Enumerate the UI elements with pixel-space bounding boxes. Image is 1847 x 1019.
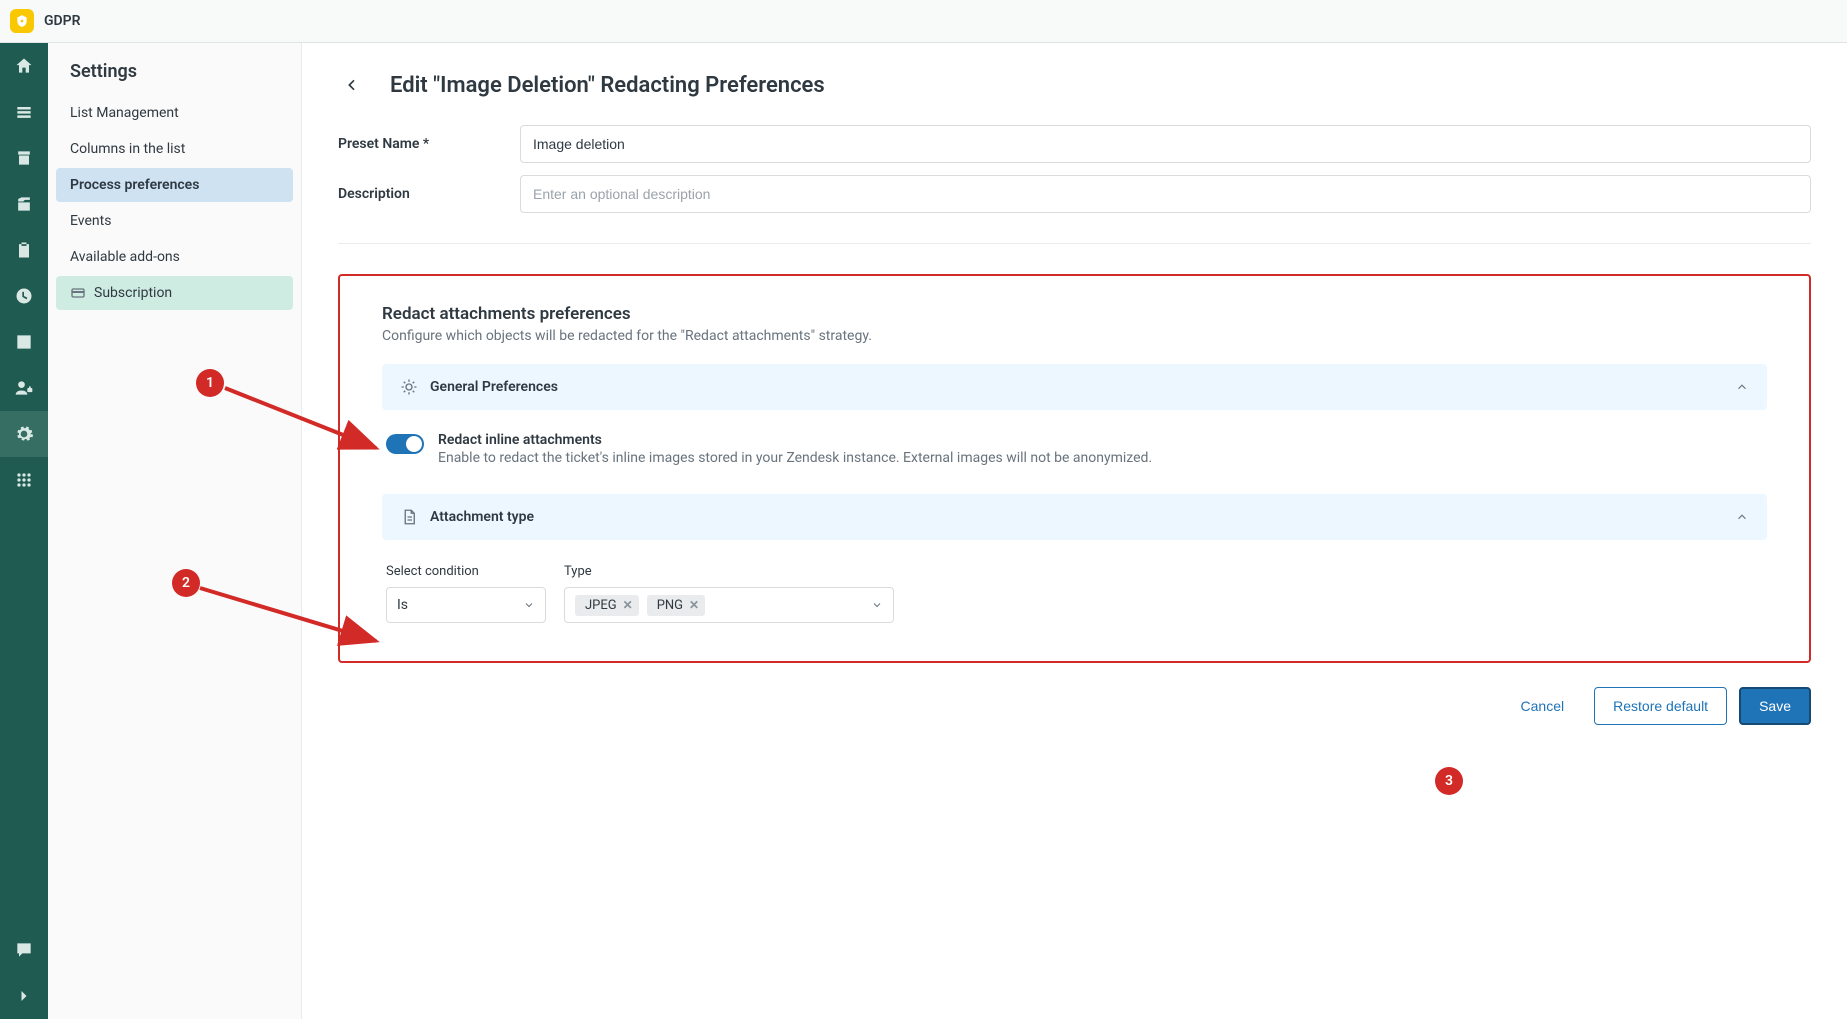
type-tag-label: PNG xyxy=(657,598,683,613)
footer-actions: Cancel Restore default Save xyxy=(338,687,1811,725)
chevron-down-icon xyxy=(871,599,883,611)
attachment-type-panel[interactable]: Attachment type xyxy=(382,494,1767,540)
app-name: GDPR xyxy=(44,13,81,29)
back-button[interactable] xyxy=(338,71,366,99)
redact-inline-toggle-row: Redact inline attachments Enable to reda… xyxy=(382,432,1767,466)
chevron-left-icon xyxy=(344,77,360,93)
redact-preferences-box: Redact attachments preferences Configure… xyxy=(338,274,1811,663)
general-preferences-title: General Preferences xyxy=(430,379,1723,395)
document-icon xyxy=(400,508,418,526)
description-row: Description xyxy=(338,175,1811,213)
preset-name-label: Preset Name * xyxy=(338,136,520,152)
attachment-type-title: Attachment type xyxy=(430,509,1723,525)
nav-rail xyxy=(0,43,48,1019)
preset-name-input[interactable] xyxy=(520,125,1811,163)
divider xyxy=(338,243,1811,244)
condition-select[interactable]: Is xyxy=(386,587,546,623)
sidebar-item-addons[interactable]: Available add-ons xyxy=(56,240,293,274)
rail-chat[interactable] xyxy=(0,927,48,973)
condition-label: Select condition xyxy=(386,564,546,579)
remove-tag-icon[interactable]: ✕ xyxy=(623,598,633,612)
chevron-down-icon xyxy=(523,599,535,611)
remove-tag-icon[interactable]: ✕ xyxy=(689,598,699,612)
app-logo xyxy=(10,9,34,33)
sidebar-item-label: List Management xyxy=(70,105,179,121)
sidebar-title: Settings xyxy=(70,61,293,82)
rail-users[interactable] xyxy=(0,181,48,227)
rail-archive[interactable] xyxy=(0,135,48,181)
condition-value: Is xyxy=(397,597,515,613)
redact-title: Redact attachments preferences xyxy=(382,304,1767,324)
cancel-button[interactable]: Cancel xyxy=(1503,687,1583,725)
page-title: Edit "Image Deletion" Redacting Preferen… xyxy=(390,73,825,98)
gear-icon xyxy=(400,378,418,396)
page-header: Edit "Image Deletion" Redacting Preferen… xyxy=(338,71,1811,99)
sidebar-item-label: Available add-ons xyxy=(70,249,180,265)
type-multiselect[interactable]: JPEG ✕ PNG ✕ xyxy=(564,587,894,623)
sidebar-item-label: Columns in the list xyxy=(70,141,185,157)
rail-clipboard[interactable] xyxy=(0,227,48,273)
redact-inline-label: Redact inline attachments xyxy=(438,432,1152,448)
sidebar-item-columns[interactable]: Columns in the list xyxy=(56,132,293,166)
rail-chart[interactable] xyxy=(0,319,48,365)
main-content: Edit "Image Deletion" Redacting Preferen… xyxy=(302,43,1847,1019)
rail-expand[interactable] xyxy=(0,973,48,1019)
type-tag-label: JPEG xyxy=(585,598,617,613)
settings-sidebar: Settings List Management Columns in the … xyxy=(48,43,302,1019)
sidebar-item-list-management[interactable]: List Management xyxy=(56,96,293,130)
sidebar-item-label: Subscription xyxy=(94,285,172,301)
chevron-up-icon xyxy=(1735,380,1749,394)
type-label: Type xyxy=(564,564,894,579)
type-tag-png: PNG ✕ xyxy=(647,595,705,616)
type-tag-jpeg: JPEG ✕ xyxy=(575,595,639,616)
redact-inline-description: Enable to redact the ticket's inline ima… xyxy=(438,450,1152,466)
restore-default-button[interactable]: Restore default xyxy=(1594,687,1727,725)
rail-home[interactable] xyxy=(0,43,48,89)
rail-time[interactable] xyxy=(0,273,48,319)
rail-lock-user[interactable] xyxy=(0,365,48,411)
redact-subtitle: Configure which objects will be redacted… xyxy=(382,328,1767,344)
sidebar-item-process-preferences[interactable]: Process preferences xyxy=(56,168,293,202)
description-label: Description xyxy=(338,186,520,202)
sidebar-item-label: Events xyxy=(70,213,111,229)
general-preferences-panel[interactable]: General Preferences xyxy=(382,364,1767,410)
condition-row: Select condition Is Type JPEG ✕ PNG ✕ xyxy=(382,564,1767,623)
topbar: GDPR xyxy=(0,0,1847,43)
shield-icon xyxy=(15,14,29,28)
rail-apps[interactable] xyxy=(0,457,48,503)
save-button[interactable]: Save xyxy=(1739,687,1811,725)
sidebar-item-subscription[interactable]: Subscription xyxy=(56,276,293,310)
rail-settings[interactable] xyxy=(0,411,48,457)
preset-name-row: Preset Name * xyxy=(338,125,1811,163)
chevron-up-icon xyxy=(1735,510,1749,524)
redact-inline-toggle[interactable] xyxy=(386,434,424,454)
rail-list[interactable] xyxy=(0,89,48,135)
description-input[interactable] xyxy=(520,175,1811,213)
credit-card-icon xyxy=(70,285,86,301)
sidebar-item-label: Process preferences xyxy=(70,177,199,193)
sidebar-item-events[interactable]: Events xyxy=(56,204,293,238)
